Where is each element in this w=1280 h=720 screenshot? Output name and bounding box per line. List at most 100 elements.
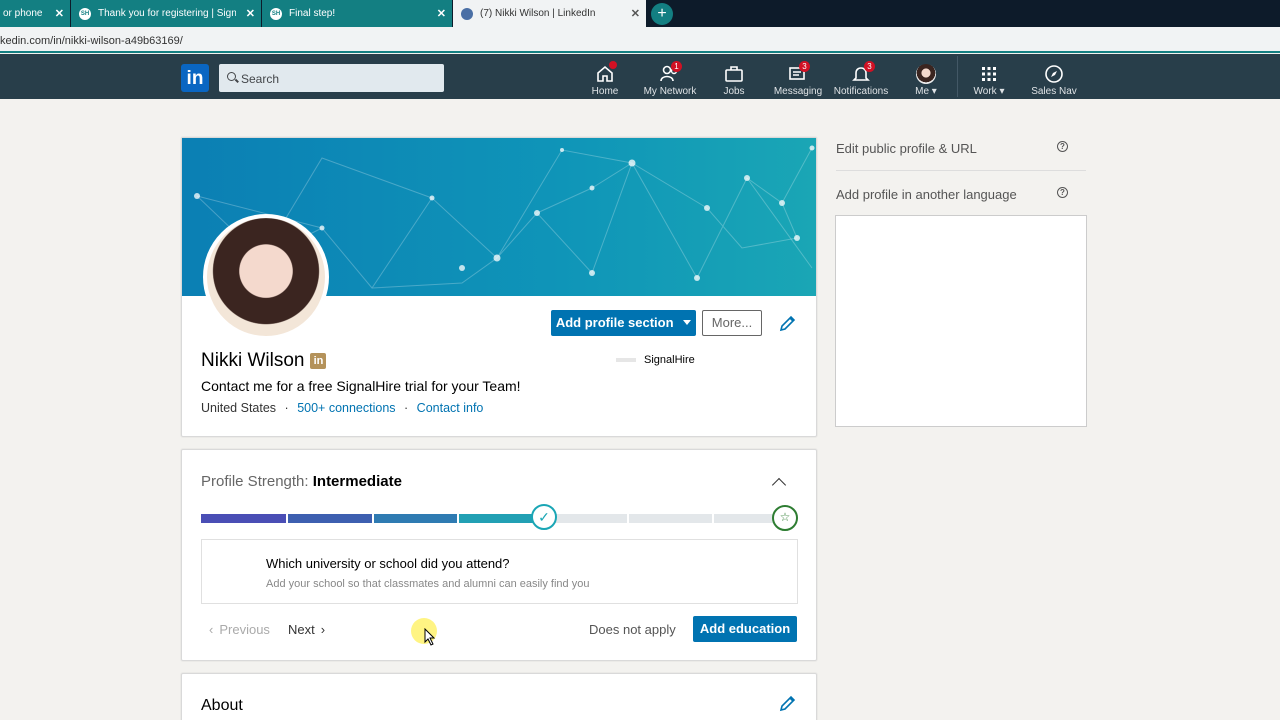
about-card: About (181, 673, 817, 720)
add-profile-section-label: Add profile section (555, 315, 674, 330)
add-education-button[interactable]: Add education (693, 616, 797, 642)
connections-link[interactable]: 500+ connections (297, 401, 395, 415)
linkedin-premium-icon: in (310, 353, 327, 369)
tab-title: Thank you for registering | SignalHire (98, 8, 236, 19)
nav-messaging[interactable]: Messaging (770, 54, 826, 99)
address-bar[interactable]: kedin.com/in/nikki-wilson-a49b63169/ (0, 27, 1280, 53)
profile-name: Nikki Wilson in (201, 350, 327, 372)
separator: · (284, 401, 289, 415)
profile-top-card: Add profile section More... Nikki Wilson… (181, 137, 817, 437)
check-icon: ✓ (531, 504, 557, 530)
chevron-up-icon[interactable] (771, 477, 787, 493)
close-icon[interactable]: ✕ (437, 7, 446, 20)
nav-sales-nav[interactable]: Sales Nav (1030, 54, 1078, 99)
compass-icon (1045, 65, 1063, 83)
linkedin-favicon-icon (461, 7, 473, 20)
add-profile-section-button[interactable]: Add profile section (551, 310, 696, 336)
nav-label: My Network (643, 86, 697, 97)
edit-pencil-icon[interactable] (779, 695, 796, 712)
current-company[interactable]: SignalHire (616, 354, 695, 366)
new-tab-button[interactable]: + (651, 3, 673, 25)
mouse-pointer-icon (424, 628, 436, 646)
nav-label: Messaging (773, 86, 823, 97)
more-button[interactable]: More... (702, 310, 762, 336)
tab-title: Final step! (289, 8, 336, 19)
profile-strength-card: Profile Strength: Intermediate ✓ ☆ Which… (181, 449, 817, 661)
caret-down-icon (683, 320, 692, 325)
ad-placeholder (835, 215, 1087, 427)
profile-headline: Contact me for a free SignalHire trial f… (201, 378, 521, 394)
progress-segment (374, 514, 457, 523)
linkedin-logo[interactable]: in (181, 64, 209, 92)
suggestion-subtext: Add your school so that classmates and a… (266, 578, 590, 590)
nav-divider (957, 56, 958, 97)
add-profile-language-link[interactable]: Add profile in another language (836, 187, 1017, 202)
next-button[interactable]: Next › (288, 622, 325, 637)
nav-label: Jobs (723, 86, 745, 97)
suggestion-box: Which university or school did you atten… (201, 539, 798, 604)
close-icon[interactable]: ✕ (631, 7, 640, 20)
nav-label: Me ▾ (915, 86, 937, 97)
progress-segment (288, 514, 372, 523)
chevron-left-icon: ‹ (209, 622, 214, 637)
progress-segment (714, 514, 774, 523)
nav-label: Notifications (833, 86, 889, 97)
browser-tab-strip: or phone ✕ SH Thank you for registering … (0, 0, 1280, 27)
strength-label: Profile Strength: (201, 473, 313, 490)
previous-button[interactable]: ‹ Previous (209, 622, 270, 637)
nav-work[interactable]: Work ▾ (967, 54, 1011, 99)
close-icon[interactable]: ✕ (246, 7, 255, 20)
profile-location-line: United States · 500+ connections · Conta… (201, 401, 483, 415)
separator: · (404, 401, 409, 415)
sidebar-divider (836, 170, 1086, 171)
profile-photo[interactable] (203, 214, 329, 340)
nav-notifications[interactable]: Notifications (832, 54, 890, 99)
progress-segment (459, 514, 539, 523)
network-badge: 1 (671, 61, 682, 72)
company-logo-icon (616, 358, 636, 363)
progress-segment (554, 514, 627, 523)
search-placeholder: Search (241, 72, 280, 86)
suggestion-question: Which university or school did you atten… (266, 556, 510, 571)
nav-me[interactable]: Me ▾ (906, 54, 946, 99)
browser-tab[interactable]: SH Thank you for registering | SignalHir… (71, 0, 261, 27)
contact-info-link[interactable]: Contact info (417, 401, 484, 415)
star-icon: ☆ (772, 505, 798, 531)
grid-icon (982, 67, 996, 81)
nav-label: Work ▾ (973, 86, 1005, 97)
does-not-apply-button[interactable]: Does not apply (589, 622, 676, 637)
browser-tab[interactable]: SH Final step! ✕ (262, 0, 452, 27)
next-label: Next (288, 622, 315, 637)
messaging-badge: 3 (799, 61, 810, 72)
help-icon[interactable]: ? (1057, 141, 1068, 152)
notifications-badge: 3 (864, 61, 875, 72)
progress-segment (629, 514, 712, 523)
nav-jobs[interactable]: Jobs (714, 54, 754, 99)
profile-strength-heading: Profile Strength: Intermediate (201, 473, 402, 490)
edit-pencil-icon[interactable] (779, 315, 796, 332)
nav-my-network[interactable]: My Network (640, 54, 700, 99)
company-name: SignalHire (644, 354, 695, 366)
browser-tab[interactable]: or phone ✕ (0, 0, 70, 27)
strength-level: Intermediate (312, 473, 402, 490)
edit-public-profile-link[interactable]: Edit public profile & URL (836, 141, 977, 156)
briefcase-icon (725, 66, 743, 82)
search-icon (227, 72, 236, 81)
nav-home[interactable]: Home (585, 54, 625, 99)
location-text: United States (201, 401, 277, 415)
notification-dot (609, 61, 617, 69)
progress-segment (201, 514, 286, 523)
signalhire-favicon-icon: SH (79, 7, 91, 20)
tab-title: (7) Nikki Wilson | LinkedIn (480, 8, 596, 19)
about-title: About (201, 697, 243, 714)
previous-label: Previous (219, 622, 270, 637)
avatar (916, 64, 936, 84)
chevron-right-icon: › (320, 622, 326, 637)
help-icon[interactable]: ? (1057, 187, 1068, 198)
browser-tab-active[interactable]: (7) Nikki Wilson | LinkedIn ✕ (453, 0, 646, 27)
search-input[interactable]: Search (219, 64, 444, 92)
profile-name-text: Nikki Wilson (201, 350, 305, 371)
signalhire-favicon-icon: SH (270, 7, 282, 20)
close-icon[interactable]: ✕ (55, 7, 64, 20)
url-text: kedin.com/in/nikki-wilson-a49b63169/ (0, 35, 183, 47)
